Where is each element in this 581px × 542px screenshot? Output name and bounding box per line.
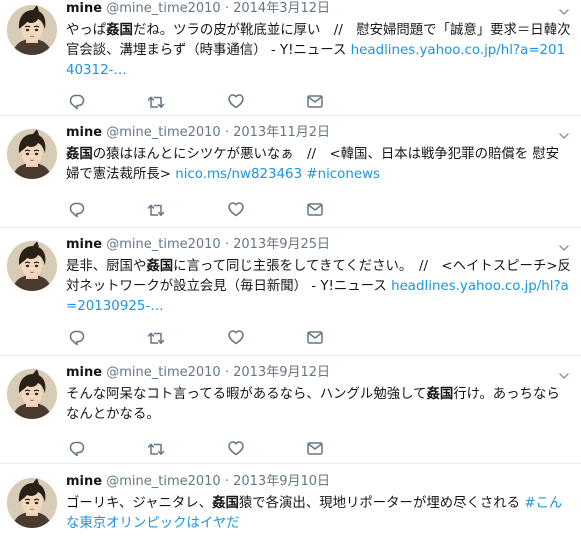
separator-dot: · — [224, 365, 229, 380]
user-name[interactable]: mine — [66, 125, 102, 140]
tweet[interactable]: mine @mine_time2010 · 2013年9月12日 そんな阿呆なコ… — [0, 364, 581, 464]
retweet-icon[interactable] — [147, 92, 165, 110]
avatar[interactable] — [7, 369, 57, 419]
user-handle[interactable]: @mine_time2010 — [106, 365, 220, 380]
chevron-down-icon[interactable] — [559, 2, 569, 15]
message-icon[interactable] — [306, 439, 324, 457]
message-icon[interactable] — [306, 328, 324, 346]
tweet-header: mine @mine_time2010 · 2013年9月10日 — [66, 474, 551, 490]
separator-dot: · — [224, 237, 229, 252]
like-icon[interactable] — [227, 200, 245, 218]
user-handle[interactable]: @mine_time2010 — [106, 237, 220, 252]
highlighted-keyword: 姦国 — [212, 496, 239, 511]
tweet-text: やっぱ姦国だね。ツラの皮が靴底並に厚い // 慰安婦問題で「誠意」要求＝日韓次官… — [66, 21, 571, 81]
user-name[interactable]: mine — [66, 474, 102, 489]
user-name[interactable]: mine — [66, 1, 102, 16]
message-icon[interactable] — [306, 200, 324, 218]
tweet-header: mine @mine_time2010 · 2013年9月25日 — [66, 237, 551, 253]
user-handle[interactable]: @mine_time2010 — [106, 474, 220, 489]
tweet-timeline: mine @mine_time2010 · 2014年3月12日 やっぱ姦国だね… — [0, 0, 581, 542]
chevron-down-icon[interactable] — [559, 126, 569, 139]
separator-dot: · — [224, 125, 229, 140]
tweet-date[interactable]: 2013年9月10日 — [233, 474, 330, 489]
highlighted-keyword: 姦国 — [106, 23, 133, 38]
tweet-text-segment: そんな阿呆なコト言ってる暇があるなら、ハングル勉強して — [66, 387, 427, 402]
retweet-icon[interactable] — [147, 439, 165, 457]
tweet-date[interactable]: 2013年9月25日 — [233, 237, 330, 252]
user-handle[interactable]: @mine_time2010 — [106, 125, 220, 140]
tweet-header: mine @mine_time2010 · 2013年11月2日 — [66, 125, 551, 141]
tweet-date[interactable]: 2013年11月2日 — [233, 125, 330, 140]
tweet-date[interactable]: 2014年3月12日 — [233, 1, 330, 16]
tweet-date[interactable]: 2013年9月12日 — [233, 365, 330, 380]
chevron-down-icon[interactable] — [559, 238, 569, 251]
hashtag-link[interactable]: #niconews — [306, 167, 380, 182]
tweet-header: mine @mine_time2010 · 2013年9月12日 — [66, 365, 551, 381]
like-icon[interactable] — [227, 439, 245, 457]
highlighted-keyword: 姦国 — [426, 387, 454, 402]
avatar[interactable] — [7, 241, 57, 291]
tweet-text: 姦国の猿はほんとにシツケが悪いなぁ // <韓国、日本は戦争犯罪の賠償を 慰安婦… — [66, 145, 571, 185]
tweet[interactable]: mine @mine_time2010 · 2013年9月10日 ゴーリキ、ジャ… — [0, 473, 581, 542]
highlighted-keyword: 姦国 — [66, 147, 93, 162]
highlighted-keyword: 姦国 — [146, 259, 174, 274]
avatar[interactable] — [7, 129, 57, 179]
reply-icon[interactable] — [68, 328, 86, 346]
message-icon[interactable] — [306, 92, 324, 110]
separator-dot: · — [224, 1, 229, 16]
like-icon[interactable] — [227, 328, 245, 346]
tweet[interactable]: mine @mine_time2010 · 2014年3月12日 やっぱ姦国だね… — [0, 0, 581, 116]
retweet-icon[interactable] — [147, 328, 165, 346]
separator-dot: · — [224, 474, 229, 489]
tweet-text: ゴーリキ、ジャニタレ、姦国猿で各演出、現地リポーターが埋め尽くされる #こんな東… — [66, 494, 571, 534]
tweet[interactable]: mine @mine_time2010 · 2013年11月2日 姦国の猿はほん… — [0, 124, 581, 228]
reply-icon[interactable] — [68, 439, 86, 457]
tweet-text-segment: 猿で各演出、現地リポーターが埋め尽くされる — [238, 496, 525, 511]
tweet-text-segment: 是非、厨国や — [66, 259, 147, 274]
avatar[interactable] — [7, 478, 57, 528]
tweet-text-segment: やっぱ — [66, 23, 107, 38]
reply-icon[interactable] — [68, 200, 86, 218]
user-name[interactable]: mine — [66, 237, 102, 252]
user-handle[interactable]: @mine_time2010 — [106, 1, 220, 16]
tweet-text-segment: ゴーリキ、ジャニタレ、 — [66, 496, 213, 511]
tweet-text: 是非、厨国や姦国に言って同じ主張をしてきてください。 // <ヘイトスピーチ>反… — [66, 257, 571, 317]
user-name[interactable]: mine — [66, 365, 102, 380]
retweet-icon[interactable] — [147, 200, 165, 218]
like-icon[interactable] — [227, 92, 245, 110]
tweet[interactable]: mine @mine_time2010 · 2013年9月25日 是非、厨国や姦… — [0, 236, 581, 356]
avatar[interactable] — [7, 5, 57, 55]
reply-icon[interactable] — [68, 92, 86, 110]
tweet-text: そんな阿呆なコト言ってる暇があるなら、ハングル勉強して姦国行け。あっちならなんと… — [66, 385, 571, 425]
chevron-down-icon[interactable] — [559, 366, 569, 379]
tweet-header: mine @mine_time2010 · 2014年3月12日 — [66, 1, 551, 17]
url-link[interactable]: nico.ms/nw823463 — [175, 167, 302, 182]
